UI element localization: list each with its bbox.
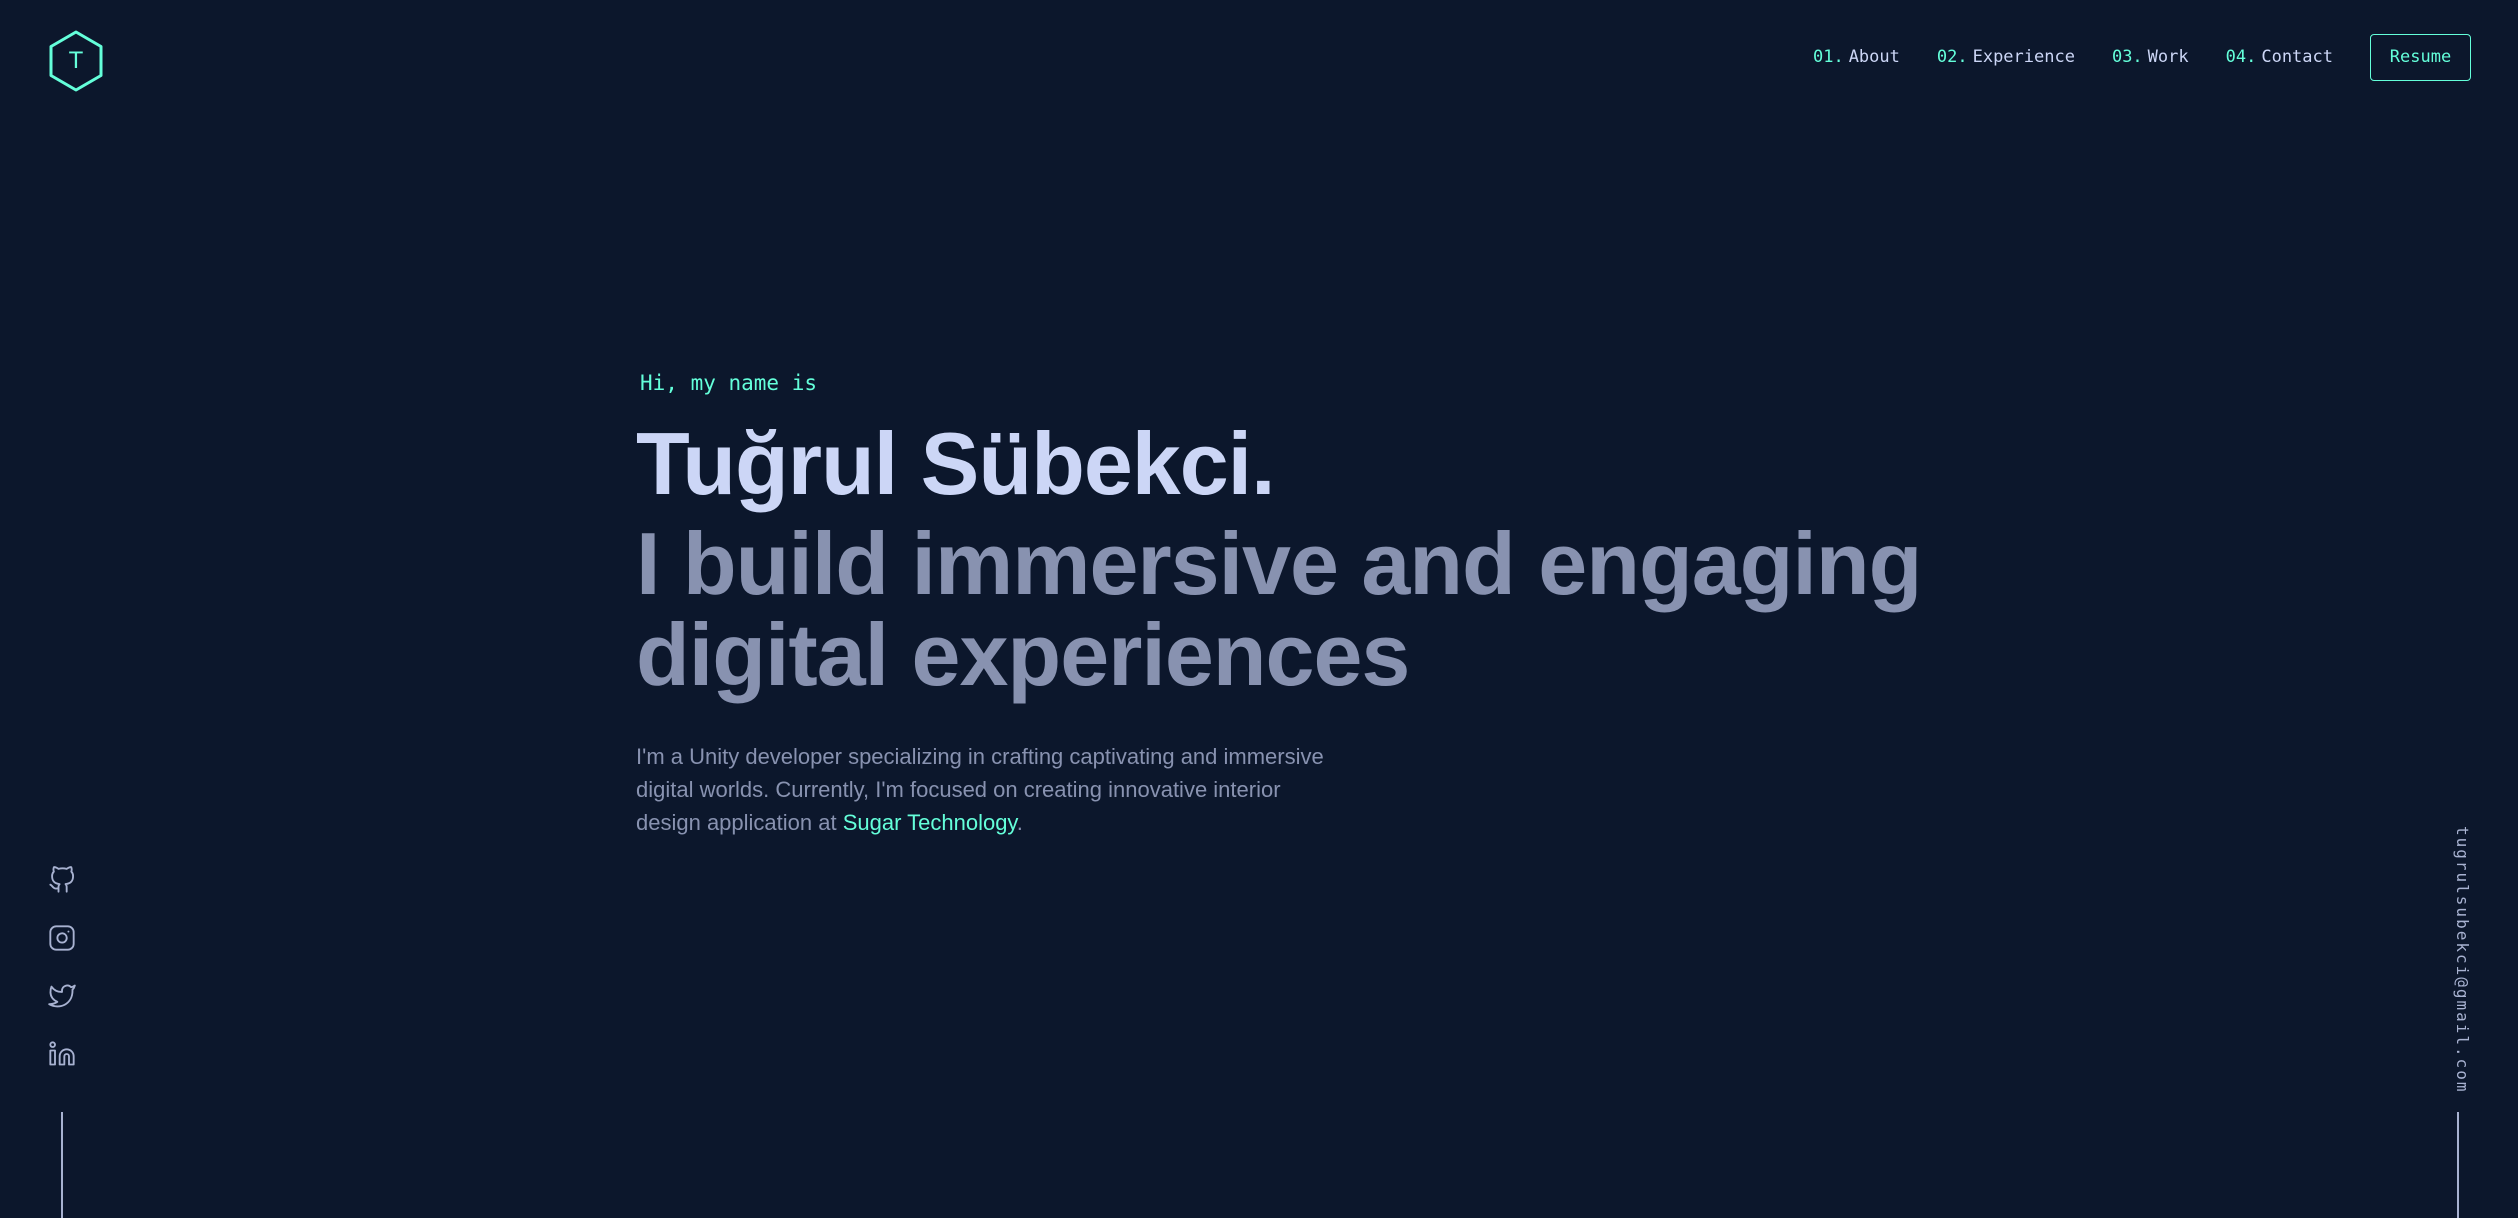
hero-name: Tuğrul Sübekci. bbox=[636, 414, 1276, 513]
github-icon[interactable] bbox=[48, 866, 76, 894]
nav-label: Experience bbox=[1972, 47, 2075, 67]
nav-number: 04. bbox=[2225, 47, 2257, 67]
main-nav: 01. About 02. Experience 03. Work 04. Contac… bbox=[1813, 32, 2471, 82]
linkedin-icon[interactable] bbox=[48, 1040, 76, 1068]
instagram-icon[interactable] bbox=[48, 924, 76, 952]
nav-label: Contact bbox=[2261, 47, 2333, 67]
hero-intro: I'm a Unity developer specializing in cr… bbox=[636, 740, 1326, 839]
hero-tagline: I build immersive and engaging digital e… bbox=[636, 514, 1922, 704]
email-link[interactable]: tugrulsubekci@gmail.com bbox=[2444, 826, 2472, 1094]
company-link[interactable]: Sugar Technology bbox=[843, 810, 1017, 835]
nav-label: Work bbox=[2147, 47, 2189, 67]
logo-link[interactable]: T bbox=[48, 30, 104, 92]
nav-number: 03. bbox=[2111, 47, 2143, 67]
nav-number: 02. bbox=[1936, 47, 1968, 67]
resume-button[interactable]: Resume bbox=[2370, 33, 2471, 81]
hero-greeting: Hi, my name is bbox=[640, 371, 818, 395]
hero-intro-end: . bbox=[1016, 810, 1023, 835]
twitter-icon[interactable] bbox=[48, 982, 76, 1010]
nav-number: 01. bbox=[1812, 47, 1844, 67]
hero-section: Hi, my name is Tuğrul Sübekci. I build i… bbox=[636, 368, 1936, 839]
nav-label: About bbox=[1848, 47, 1900, 67]
left-vertical-line bbox=[61, 1112, 63, 1218]
social-links bbox=[48, 866, 76, 1098]
nav-item-work[interactable]: 03. Work bbox=[2112, 47, 2189, 67]
right-vertical-line bbox=[2457, 1112, 2459, 1218]
logo-letter: T bbox=[68, 47, 84, 74]
nav-item-experience[interactable]: 02. Experience bbox=[1937, 47, 2075, 67]
nav-item-about[interactable]: 01. About bbox=[1813, 47, 1900, 67]
nav-item-contact[interactable]: 04. Contact bbox=[2226, 47, 2333, 67]
